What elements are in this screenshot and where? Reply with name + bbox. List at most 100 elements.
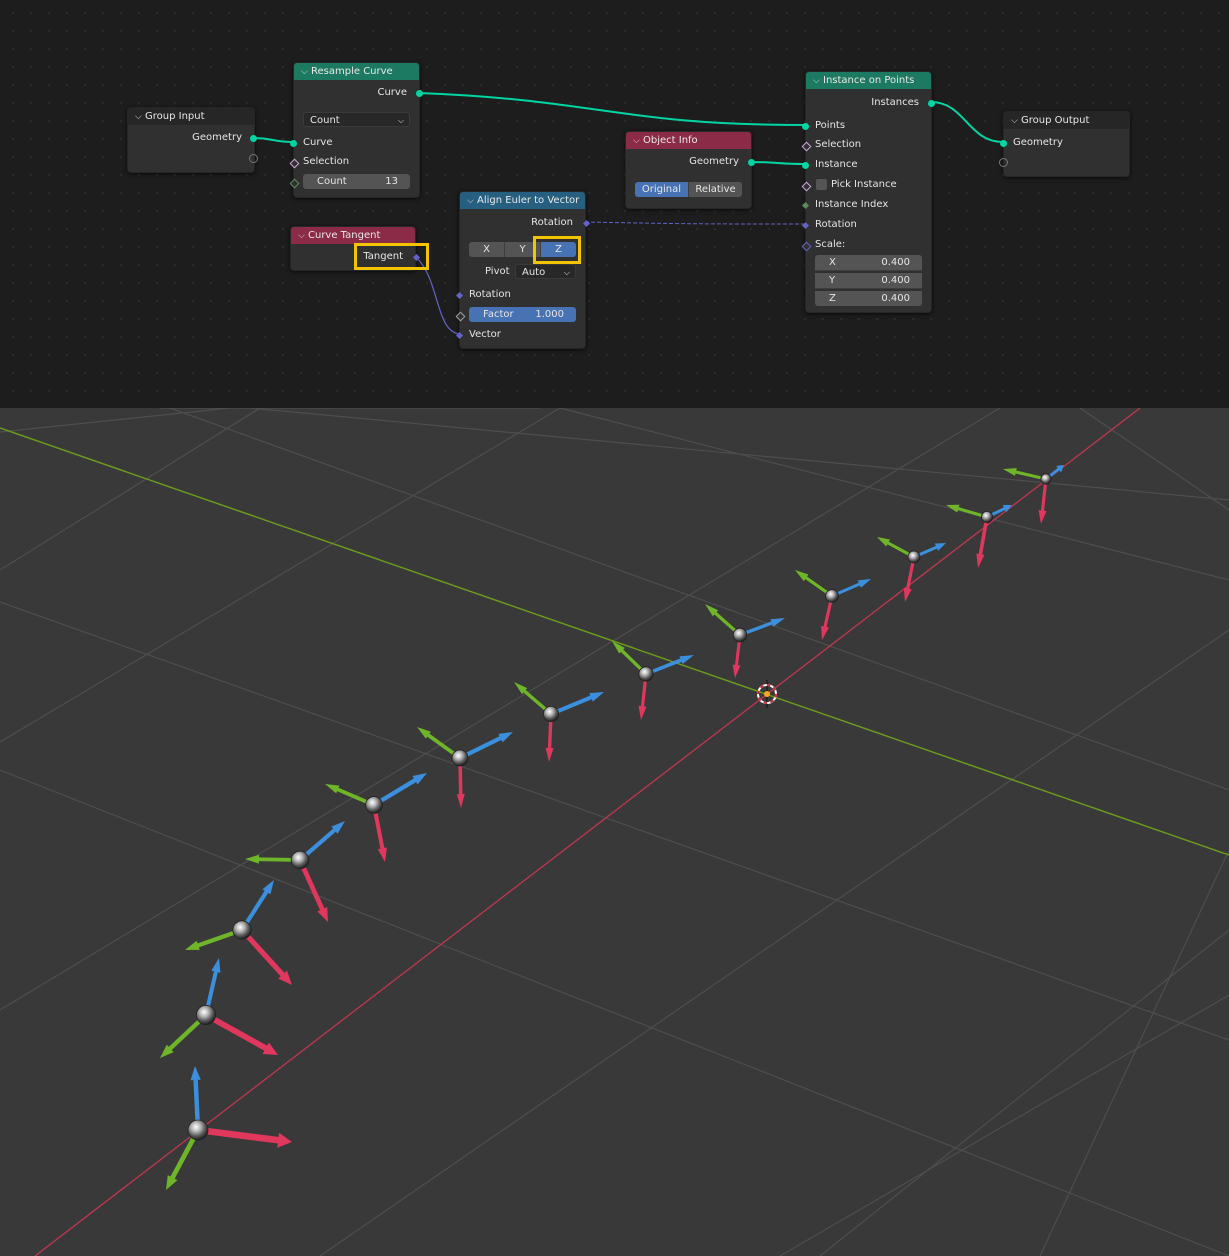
node-align-euler-to-vector[interactable]: ⌵ Align Euler to Vector Rotation X Y Z Pi… [455, 191, 591, 349]
collapse-chevron-icon[interactable]: ⌵ [633, 133, 643, 150]
x-arrow-icon [297, 857, 328, 922]
grid-line [319, 629, 1229, 1256]
node-group-input[interactable]: ⌵ Group Input Geometry [127, 107, 258, 173]
socket-empty-in[interactable] [999, 158, 1008, 167]
chrome-sphere [907, 550, 921, 564]
z-arrow-icon [371, 773, 427, 808]
relative-button[interactable]: Relative [689, 182, 742, 197]
floor-grid [0, 408, 1229, 1256]
z-arrow-icon [457, 732, 513, 761]
3d-viewport[interactable] [0, 408, 1229, 1256]
original-button[interactable]: Original [635, 182, 689, 197]
collapse-chevron-icon[interactable]: ⌵ [301, 64, 311, 81]
chrome-sphere [638, 666, 654, 682]
axis-x-button[interactable]: X [469, 242, 505, 257]
scale-y-field[interactable]: Y 0.400 [815, 273, 922, 289]
node-header[interactable]: ⌵ Instance on Points [806, 72, 931, 89]
socket-curve-out[interactable] [416, 90, 423, 97]
socket-instance-in[interactable] [802, 162, 809, 169]
chrome-sphere [451, 749, 469, 767]
instances [160, 465, 1064, 1190]
grid-line [1039, 849, 1229, 1256]
input-points: Points [815, 120, 846, 131]
instance-gizmo[interactable] [795, 570, 871, 640]
instance-gizmo[interactable] [1003, 465, 1064, 524]
input-instance-index: Instance Index [815, 199, 889, 210]
collapse-chevron-icon[interactable]: ⌵ [813, 73, 823, 90]
instance-gizmo[interactable] [185, 880, 292, 985]
socket-geometry-out[interactable] [250, 135, 257, 142]
instance-gizmo[interactable] [325, 773, 427, 862]
input-pick-instance: Pick Instance [831, 179, 897, 190]
3d-cursor[interactable] [757, 680, 777, 708]
chrome-sphere [187, 1119, 209, 1141]
grid-line [559, 408, 1229, 581]
collapse-chevron-icon[interactable]: ⌵ [298, 228, 308, 245]
node-header[interactable]: ⌵ Object Info [626, 132, 751, 149]
pick-instance-checkbox[interactable] [816, 179, 827, 190]
grid-line [0, 408, 261, 571]
link-resample-instance-points[interactable] [418, 92, 806, 126]
input-scale: Scale: [815, 239, 846, 250]
node-resample-curve[interactable]: ⌵ Resample Curve Curve Count ⌵ Curve Selec… [289, 62, 423, 198]
instance-gizmo[interactable] [160, 958, 278, 1058]
socket-geometry-in[interactable] [1000, 140, 1007, 147]
socket-geometry-out[interactable] [748, 159, 755, 166]
input-vector: Vector [469, 329, 501, 340]
output-geometry: Geometry [192, 132, 242, 143]
collapse-chevron-icon[interactable]: ⌵ [1011, 113, 1021, 130]
transform-space-selector: Original Relative [635, 182, 742, 197]
highlight-axis-z [533, 236, 581, 264]
instance-gizmo[interactable] [245, 821, 345, 922]
output-rotation: Rotation [531, 217, 573, 228]
collapse-chevron-icon[interactable]: ⌵ [135, 109, 145, 126]
link-instances-output[interactable] [930, 101, 1004, 143]
instance-gizmo[interactable] [877, 537, 946, 602]
node-group-output[interactable]: ⌵ Group Output Geometry [999, 111, 1130, 177]
scale-x-field[interactable]: X 0.400 [815, 255, 922, 271]
node-header[interactable]: ⌵ Group Output [1004, 112, 1129, 129]
grid-line [779, 994, 1229, 1256]
instance-gizmo[interactable] [514, 682, 604, 762]
link-groupinput-resample[interactable] [252, 137, 294, 143]
node-object-info[interactable]: ⌵ Object Info Geometry Original Relative [625, 131, 755, 209]
x-arrow-icon [239, 927, 292, 985]
chevron-down-icon: ⌵ [397, 116, 404, 125]
socket-curve-in[interactable] [290, 140, 297, 147]
input-selection: Selection [303, 156, 350, 167]
x-arrow-icon [903, 555, 916, 602]
node-header[interactable]: ⌵ Group Input [128, 108, 254, 125]
scale-z-field[interactable]: Z 0.400 [815, 291, 922, 306]
factor-field[interactable]: Factor 1.000 [469, 307, 576, 322]
count-field[interactable]: Count 13 [303, 174, 410, 189]
instance-gizmo[interactable] [166, 1066, 292, 1190]
socket-instances-out[interactable] [928, 100, 935, 107]
socket-empty-out[interactable] [249, 154, 258, 163]
input-curve: Curve [303, 137, 333, 148]
link-align-rotation-instance[interactable] [584, 221, 806, 225]
socket-points-in[interactable] [802, 123, 809, 130]
grid-line [169, 408, 1229, 791]
mode-dropdown[interactable]: Count ⌵ [303, 112, 410, 127]
chrome-sphere [365, 796, 383, 814]
node-header[interactable]: ⌵ Resample Curve [294, 63, 419, 80]
highlight-tangent [354, 243, 429, 270]
chevron-down-icon: ⌵ [563, 268, 570, 277]
y-arrow-icon [946, 504, 989, 519]
pivot-dropdown[interactable]: Auto ⌵ [515, 264, 576, 279]
node-header[interactable]: ⌵ Align Euler to Vector [460, 192, 585, 209]
node-header[interactable]: ⌵ Curve Tangent [291, 227, 415, 244]
collapse-chevron-icon[interactable]: ⌵ [467, 193, 477, 210]
x-arrow-icon [976, 515, 989, 568]
z-arrow-icon [738, 618, 785, 637]
chrome-sphere [825, 589, 839, 603]
grid-line [0, 601, 1229, 1041]
output-curve: Curve [377, 87, 407, 98]
y-arrow-icon [1003, 468, 1048, 481]
output-instances: Instances [871, 97, 919, 108]
x-arrow-icon [203, 1012, 278, 1055]
node-editor[interactable]: ⌵ Group Input Geometry ⌵ Resample Curve Cu… [0, 0, 1229, 408]
link-objectinfo-instance[interactable] [749, 161, 806, 165]
instance-gizmo[interactable] [612, 641, 694, 720]
node-instance-on-points[interactable]: ⌵ Instance on Points Instances Points Sel… [801, 71, 935, 313]
